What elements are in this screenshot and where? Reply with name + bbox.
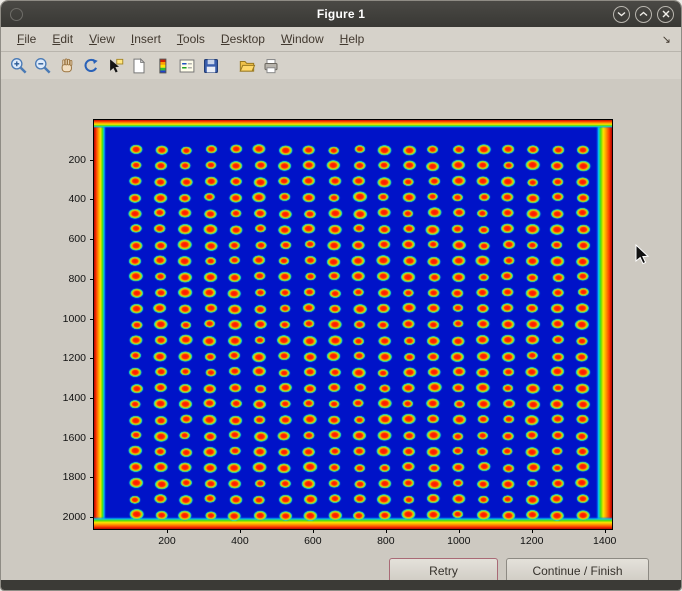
menu-insert[interactable]: Insert: [123, 29, 169, 49]
y-tick-label: 1200: [63, 352, 86, 364]
y-tick-label: 1800: [63, 471, 86, 483]
title-bar[interactable]: Figure 1: [1, 1, 681, 27]
menu-file[interactable]: File: [9, 29, 44, 49]
menu-edit[interactable]: Edit: [44, 29, 81, 49]
zoom-out-icon[interactable]: [33, 56, 53, 76]
rotate-3d-icon[interactable]: [81, 56, 101, 76]
y-tick-mark: [90, 319, 94, 320]
y-tick-mark: [90, 239, 94, 240]
x-tick-label: 800: [377, 535, 395, 547]
y-tick-label: 1000: [63, 313, 86, 325]
close-icon: [662, 10, 670, 18]
toolbar: [1, 52, 681, 81]
x-tick-label: 1400: [593, 535, 616, 547]
shade-button[interactable]: [613, 6, 630, 23]
window-title: Figure 1: [1, 7, 681, 21]
insert-colorbar-icon[interactable]: [153, 56, 173, 76]
maximize-button[interactable]: [635, 6, 652, 23]
close-button[interactable]: [657, 6, 674, 23]
save-icon[interactable]: [201, 56, 221, 76]
x-tick-label: 600: [304, 535, 322, 547]
x-tick-mark: [605, 529, 606, 533]
x-tick-mark: [167, 529, 168, 533]
x-tick-label: 400: [231, 535, 249, 547]
menu-overflow-icon[interactable]: ↘: [662, 33, 671, 46]
y-tick-label: 2000: [63, 511, 86, 523]
y-tick-mark: [90, 517, 94, 518]
print-icon[interactable]: [261, 56, 281, 76]
new-document-icon[interactable]: [129, 56, 149, 76]
y-tick-mark: [90, 398, 94, 399]
x-tick-label: 200: [158, 535, 176, 547]
y-tick-mark: [90, 438, 94, 439]
data-cursor-icon[interactable]: [105, 56, 125, 76]
zoom-in-icon[interactable]: [9, 56, 29, 76]
y-tick-label: 1400: [63, 392, 86, 404]
heatmap-image[interactable]: [94, 120, 612, 529]
y-tick-mark: [90, 199, 94, 200]
axes: 2004006008001000120014002004006008001000…: [93, 119, 613, 530]
y-tick-mark: [90, 477, 94, 478]
x-tick-label: 1000: [447, 535, 470, 547]
x-tick-mark: [532, 529, 533, 533]
open-file-icon[interactable]: [237, 56, 257, 76]
figure-window: Figure 1 File Edit View Insert Tools Des…: [0, 0, 682, 591]
x-tick-mark: [386, 529, 387, 533]
menu-view[interactable]: View: [81, 29, 123, 49]
y-tick-mark: [90, 279, 94, 280]
x-tick-mark: [240, 529, 241, 533]
x-tick-mark: [459, 529, 460, 533]
x-tick-label: 1200: [520, 535, 543, 547]
figure-canvas-area: 200 400 600 800 1000 1200 1400 200 400 600 800 1000…: [1, 79, 681, 580]
y-tick-label: 400: [68, 193, 86, 205]
pan-hand-icon[interactable]: [57, 56, 77, 76]
menu-tools[interactable]: Tools: [169, 29, 213, 49]
window-bottom-border: [1, 580, 681, 590]
menu-bar: File Edit View Insert Tools Desktop Wind…: [1, 27, 681, 52]
insert-legend-icon[interactable]: [177, 56, 197, 76]
toolbar-separator: [223, 52, 235, 80]
menu-desktop[interactable]: Desktop: [213, 29, 273, 49]
y-tick-label: 200: [68, 154, 86, 166]
menu-window[interactable]: Window: [273, 29, 332, 49]
y-tick-mark: [90, 358, 94, 359]
y-tick-label: 600: [68, 233, 86, 245]
y-tick-label: 1600: [63, 432, 86, 444]
y-tick-mark: [90, 160, 94, 161]
chevron-down-icon: [617, 11, 626, 17]
chevron-up-icon: [639, 11, 648, 17]
y-tick-label: 800: [68, 273, 86, 285]
x-tick-mark: [313, 529, 314, 533]
menu-help[interactable]: Help: [332, 29, 373, 49]
